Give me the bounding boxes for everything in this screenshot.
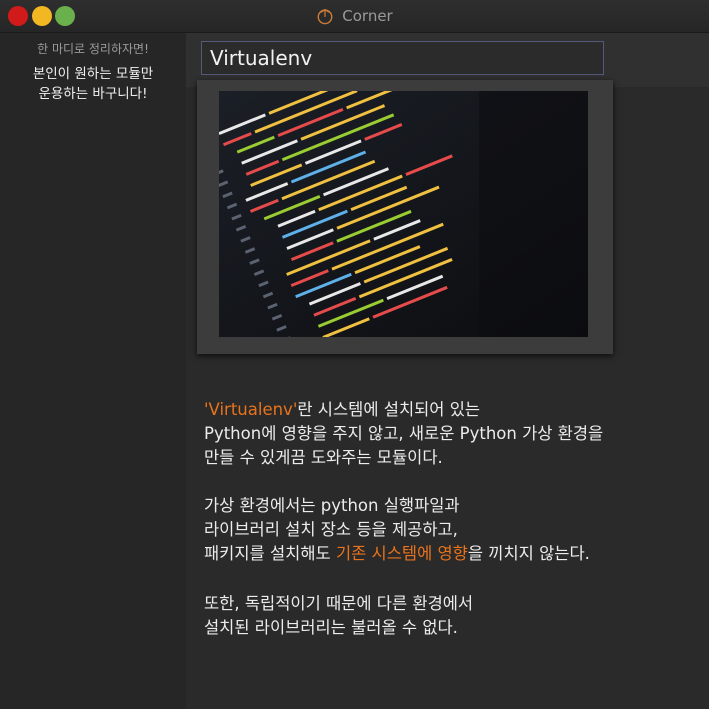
paragraph-definition: 'Virtualenv'란 시스템에 설치되어 있는 Python에 영향을 주… xyxy=(204,398,684,470)
p2-line-3-a: 패키지를 설치해도 xyxy=(204,544,336,563)
code-screenshot-image xyxy=(219,91,588,337)
p2-line-1: 가상 환경에서는 python 실행파일과 xyxy=(204,496,460,515)
p3-line-2: 설치된 라이브러리는 불러올 수 없다. xyxy=(204,618,458,637)
highlight-virtualenv: 'Virtualenv' xyxy=(204,400,298,419)
p1-line-2: Python에 영향을 주지 않고, 새로운 Python 가상 환경을 xyxy=(204,424,604,443)
p1-line-3: 만들 수 있게끔 도와주는 모듈이다. xyxy=(204,448,443,467)
image-card xyxy=(197,80,613,354)
p1-line-1: 'Virtualenv'란 시스템에 설치되어 있는 xyxy=(204,398,684,422)
p1-line-1-rest: 란 시스템에 설치되어 있는 xyxy=(297,400,481,419)
paragraph-isolation: 또한, 독립적이기 때문에 다른 환경에서 설치된 라이브러리는 불러올 수 없… xyxy=(204,592,684,640)
title-bar: Corner xyxy=(0,0,709,33)
sidebar-caption: 한 마디로 정리하자면! xyxy=(37,42,149,56)
corner-logo-icon xyxy=(317,8,333,25)
p2-line-3: 패키지를 설치해도 기존 시스템에 영향을 끼치지 않는다. xyxy=(204,542,684,566)
highlight-system-impact: 기존 시스템에 영향 xyxy=(335,544,468,563)
sidebar-summary-line-1: 본인이 원하는 모듈만 xyxy=(32,66,154,82)
sidebar-summary-line-2: 운용하는 바구니다! xyxy=(38,86,148,102)
p2-line-3-b: 을 끼치지 않는다. xyxy=(467,544,590,563)
code-image-art xyxy=(219,91,588,337)
window-title-text: Corner xyxy=(342,7,393,25)
paragraph-environment: 가상 환경에서는 python 실행파일과 라이브러리 설치 장소 등을 제공하… xyxy=(204,494,684,566)
window-title: Corner xyxy=(0,0,709,32)
p2-line-2: 라이브러리 설치 장소 등을 제공하고, xyxy=(204,520,458,539)
p3-line-1: 또한, 독립적이기 때문에 다른 환경에서 xyxy=(204,594,474,613)
sidebar: 한 마디로 정리하자면! 본인이 원하는 모듈만 운용하는 바구니다! xyxy=(0,33,186,709)
note-title-field[interactable]: Virtualenv xyxy=(201,41,604,75)
